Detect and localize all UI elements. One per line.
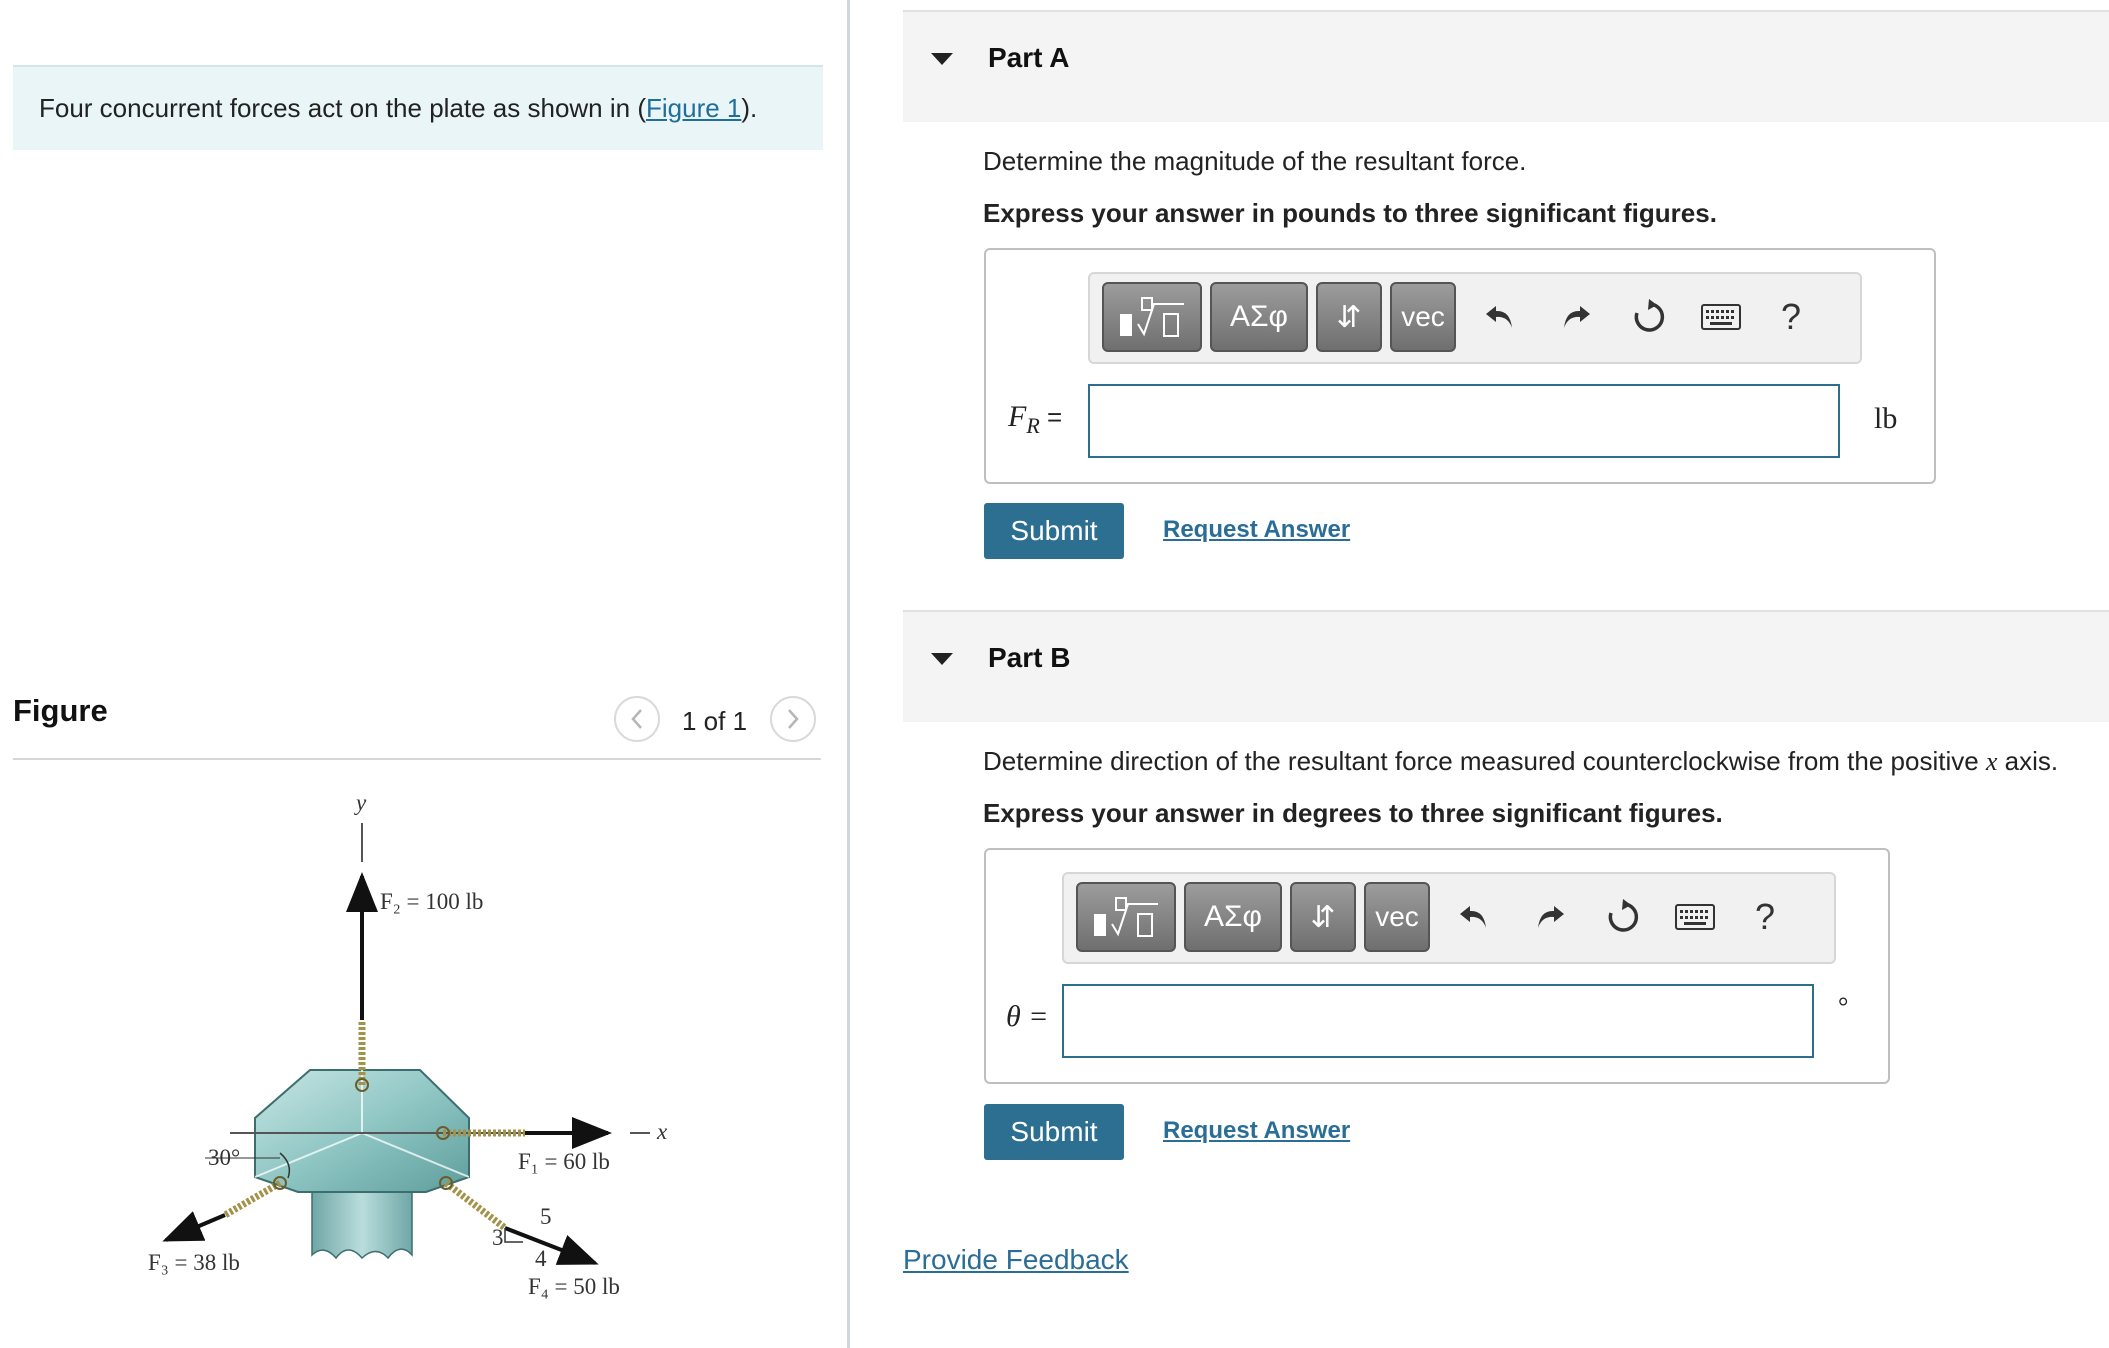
slope-run-label: 4	[535, 1246, 547, 1271]
f3-rope	[223, 1179, 282, 1219]
figure-divider	[13, 758, 821, 760]
part-a-unit: lb	[1874, 402, 1898, 435]
figure-next-button[interactable]	[770, 696, 816, 742]
problem-statement: Four concurrent forces act on the plate …	[13, 65, 823, 150]
y-axis-label: y	[354, 790, 367, 815]
column-divider	[847, 0, 850, 1348]
undo-button[interactable]	[1448, 892, 1498, 942]
redo-button[interactable]	[1526, 892, 1576, 942]
x-axis-label: x	[656, 1119, 668, 1144]
field-label-sub: R	[1026, 413, 1040, 438]
problem-text-prefix: Four concurrent forces act on the plate …	[39, 93, 646, 123]
reset-button[interactable]	[1624, 292, 1674, 342]
redo-icon	[1564, 306, 1590, 328]
keyboard-icon	[1675, 904, 1715, 930]
reset-button[interactable]	[1598, 892, 1648, 942]
part-a-math-toolbar: ΑΣφ ⇵ vec ?	[1088, 272, 1862, 364]
part-a-question: Determine the magnitude of the resultant…	[983, 146, 1527, 176]
chevron-right-icon	[788, 709, 799, 729]
part-b-submit-button[interactable]: Submit	[984, 1104, 1124, 1160]
keyboard-button[interactable]	[1696, 292, 1746, 342]
field-label-equals: =	[1039, 402, 1063, 432]
help-button[interactable]: ?	[1740, 892, 1790, 942]
undo-icon	[1460, 906, 1486, 928]
part-b-question-prefix: Determine direction of the resultant for…	[983, 746, 1986, 776]
part-b-question-var: x	[1985, 747, 1998, 776]
part-a-field-label: FR =	[1008, 400, 1062, 439]
f3-label: F₃ = 38 lb	[148, 1250, 240, 1275]
f2-label: F₂ = 100 lb	[380, 889, 483, 914]
part-b-title: Part B	[988, 642, 1071, 673]
provide-feedback-link[interactable]: Provide Feedback	[903, 1244, 1129, 1276]
slope-rise-label: 3	[492, 1225, 504, 1250]
greek-symbols-button[interactable]: ΑΣφ	[1210, 282, 1308, 352]
part-a-submit-button[interactable]: Submit	[984, 503, 1124, 559]
reset-icon	[1634, 299, 1665, 332]
part-b-question: Determine direction of the resultant for…	[983, 746, 2058, 777]
fraction-sqrt-template-icon	[1094, 897, 1158, 937]
part-b-request-answer-link[interactable]: Request Answer	[1163, 1117, 1350, 1145]
keyboard-icon	[1701, 304, 1741, 330]
caret-down-icon	[931, 653, 953, 665]
part-a-title: Part A	[988, 42, 1070, 73]
slope-hyp-label: 5	[540, 1204, 552, 1229]
figure-link[interactable]: Figure 1	[646, 93, 741, 124]
figure-prev-button[interactable]	[614, 696, 660, 742]
part-a-request-answer-link[interactable]: Request Answer	[1163, 516, 1350, 544]
figure-heading: Figure	[13, 693, 108, 728]
support-post	[311, 1189, 413, 1260]
redo-icon	[1538, 906, 1564, 928]
part-b-question-suffix: axis.	[1997, 746, 2059, 776]
undo-button[interactable]	[1474, 292, 1524, 342]
greek-symbols-button[interactable]: ΑΣφ	[1184, 882, 1282, 952]
undo-icon	[1486, 306, 1512, 328]
caret-down-icon	[931, 53, 953, 65]
f4-label: F₄ = 50 lb	[528, 1274, 620, 1299]
f1-label: F₁ = 60 lb	[518, 1149, 610, 1174]
force-plate-diagram: y x F₂ = 100 lb F₁ = 60 lb 30° F₃ = 38 l…	[148, 790, 668, 1299]
part-a-instruction: Express your answer in pounds to three s…	[983, 198, 1717, 228]
part-a-answer-box: ΑΣφ ⇵ vec ? FR = lb	[984, 248, 1936, 484]
keyboard-button[interactable]	[1670, 892, 1720, 942]
help-button[interactable]: ?	[1766, 292, 1816, 342]
part-b-unit: °	[1838, 992, 1849, 1021]
part-b-field-label: θ =	[1006, 1000, 1049, 1033]
f4-arrow	[504, 1226, 599, 1265]
angle-label: 30°	[208, 1145, 240, 1170]
fraction-sqrt-template-button[interactable]	[1076, 882, 1176, 952]
field-label-main: F	[1008, 400, 1027, 433]
subscript-superscript-button[interactable]: ⇵	[1316, 282, 1382, 352]
part-b-header[interactable]: Part B	[903, 610, 2109, 722]
vector-button[interactable]: vec	[1364, 882, 1430, 952]
redo-button[interactable]	[1552, 292, 1602, 342]
subscript-superscript-button[interactable]: ⇵	[1290, 882, 1356, 952]
fraction-sqrt-template-icon	[1120, 297, 1184, 337]
problem-text-suffix: ).	[741, 93, 758, 123]
chevron-left-icon	[631, 709, 642, 729]
reset-icon	[1608, 899, 1639, 932]
f3-arrow	[162, 1211, 226, 1242]
part-a-answer-input[interactable]	[1088, 384, 1840, 458]
part-b-instruction: Express your answer in degrees to three …	[983, 798, 1723, 828]
part-b-answer-input[interactable]	[1062, 984, 1814, 1058]
vector-button[interactable]: vec	[1390, 282, 1456, 352]
fraction-sqrt-template-button[interactable]	[1102, 282, 1202, 352]
part-b-math-toolbar: ΑΣφ ⇵ vec ?	[1062, 872, 1836, 964]
f4-rope	[443, 1180, 508, 1231]
part-a-header[interactable]: Part A	[903, 10, 2109, 122]
part-b-answer-box: ΑΣφ ⇵ vec ? θ = °	[984, 848, 1890, 1084]
figure-pager-count: 1 of 1	[682, 706, 748, 736]
